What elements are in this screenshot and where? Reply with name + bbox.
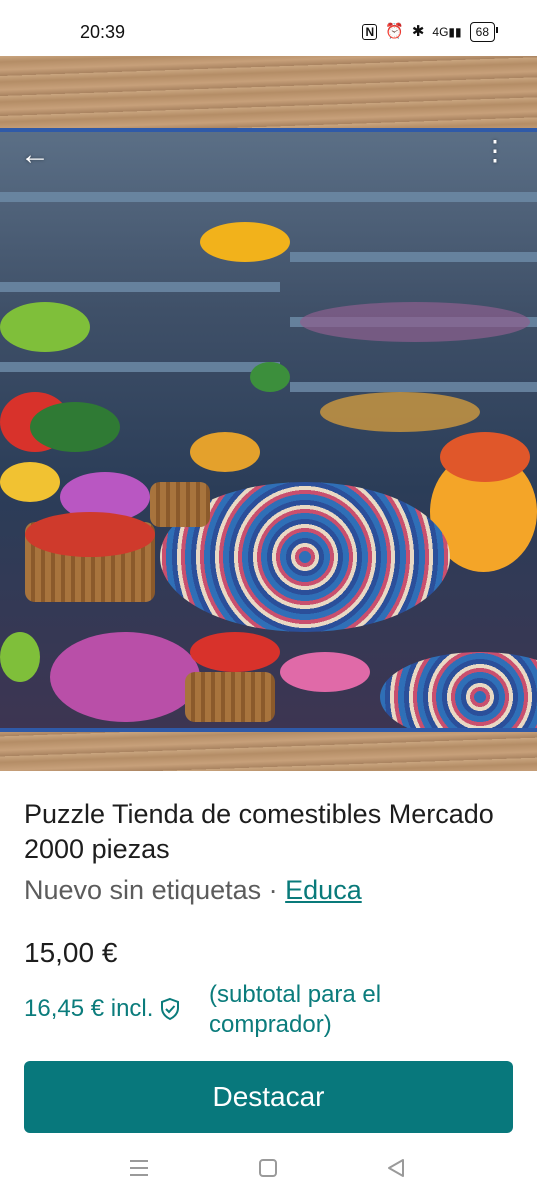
product-title: Puzzle Tienda de comestibles Mercado 200… bbox=[24, 799, 494, 864]
status-bar: 20:39 N ⏰ ✱ 4G▮▮ 68 bbox=[0, 0, 537, 56]
signal-4g-icon: 4G▮▮ bbox=[432, 25, 462, 39]
brand-link[interactable]: Educa bbox=[285, 875, 362, 905]
buyer-price: 16,45 € incl. bbox=[24, 995, 154, 1022]
shield-check-icon[interactable] bbox=[159, 997, 181, 1021]
bluetooth-icon: ✱ bbox=[411, 23, 425, 40]
product-image-gallery[interactable]: ← ⋮ bbox=[0, 56, 537, 771]
network-label: 4G bbox=[432, 25, 449, 39]
separator: · bbox=[261, 875, 286, 905]
highlight-button[interactable]: Destacar bbox=[24, 1061, 513, 1133]
menu-icon[interactable] bbox=[125, 1154, 153, 1182]
back-icon[interactable] bbox=[382, 1154, 410, 1182]
alarm-icon: ⏰ bbox=[385, 23, 404, 40]
status-time: 20:39 bbox=[80, 22, 126, 42]
product-photo bbox=[0, 128, 537, 732]
home-icon[interactable] bbox=[254, 1154, 282, 1182]
product-price: 15,00 € bbox=[24, 937, 118, 968]
battery-icon: 68 bbox=[469, 22, 499, 42]
nfc-icon: N bbox=[362, 24, 378, 40]
buyer-subtotal-note: (subtotal para el comprador) bbox=[209, 981, 382, 1038]
product-condition-row: Nuevo sin etiquetas · Educa bbox=[24, 873, 362, 907]
more-options-icon[interactable]: ⋮ bbox=[481, 136, 509, 166]
product-condition: Nuevo sin etiquetas bbox=[24, 875, 262, 905]
buyer-price-row: 16,45 € incl. bbox=[24, 994, 181, 1024]
system-navigation-bar bbox=[0, 1140, 537, 1200]
status-icons: N ⏰ ✱ 4G▮▮ 68 bbox=[362, 22, 499, 42]
back-arrow-icon[interactable]: ← bbox=[20, 140, 50, 170]
